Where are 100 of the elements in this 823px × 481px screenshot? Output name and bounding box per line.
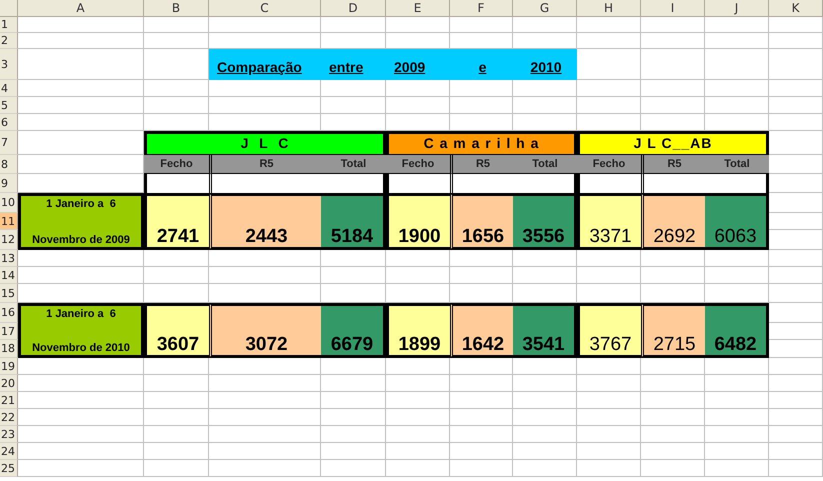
row-header[interactable]: 25 [0,460,18,477]
sheet-cell[interactable] [705,80,769,97]
row-header[interactable]: 20 [0,375,18,392]
sheet-cell[interactable] [769,267,823,284]
row-header[interactable]: 5 [0,97,18,114]
row-header[interactable]: 17 [0,323,18,340]
sheet-cell[interactable] [321,97,386,114]
row-header[interactable]: 22 [0,409,18,426]
sheet-cell[interactable] [450,409,513,426]
sheet-cell[interactable] [513,460,577,477]
sheet-cell[interactable] [450,267,513,284]
sheet-cell[interactable] [386,409,450,426]
sheet-cell[interactable] [641,426,705,443]
sheet-cell[interactable] [705,426,769,443]
sheet-cell[interactable] [321,409,386,426]
sheet-cell[interactable] [321,460,386,477]
sheet-cell[interactable] [209,267,321,284]
sheet-cell[interactable] [450,375,513,392]
sheet-cell[interactable] [705,33,769,49]
row-header[interactable]: 4 [0,80,18,97]
sheet-cell[interactable] [450,443,513,460]
sheet-cell[interactable] [209,97,321,114]
sheet-cell[interactable] [386,443,450,460]
sheet-cell[interactable] [769,97,823,114]
sheet-cell[interactable] [450,426,513,443]
sheet-cell[interactable] [641,375,705,392]
column-header[interactable]: G [513,0,577,17]
sheet-cell[interactable] [769,460,823,477]
sheet-cell[interactable] [577,392,641,409]
sheet-cell[interactable] [641,409,705,426]
sheet-cell[interactable] [450,97,513,114]
column-header[interactable]: B [144,0,209,17]
sheet-cell[interactable] [321,267,386,284]
sheet-cell[interactable] [144,443,209,460]
sheet-cell[interactable] [577,460,641,477]
sheet-cell[interactable] [386,460,450,477]
sheet-cell[interactable] [209,426,321,443]
row-header[interactable]: 19 [0,358,18,375]
sheet-cell[interactable] [705,97,769,114]
sheet-cell[interactable] [577,97,641,114]
sheet-cell[interactable] [769,443,823,460]
sheet-cell[interactable] [144,80,209,97]
sheet-cell[interactable] [577,375,641,392]
row-header[interactable]: 7 [0,131,18,155]
sheet-cell[interactable] [513,443,577,460]
sheet-cell[interactable] [144,267,209,284]
sheet-cell[interactable] [769,284,823,303]
sheet-cell[interactable] [209,392,321,409]
sheet-cell[interactable] [577,80,641,97]
sheet-cell[interactable] [705,267,769,284]
sheet-cell[interactable] [209,460,321,477]
row-header[interactable]: 21 [0,392,18,409]
sheet-cell[interactable] [386,392,450,409]
sheet-cell[interactable] [705,392,769,409]
sheet-cell[interactable] [769,80,823,97]
sheet-cell[interactable] [705,460,769,477]
sheet-cell[interactable] [321,375,386,392]
sheet-cell[interactable] [641,49,705,80]
row-header[interactable]: 8 [0,155,18,174]
sheet-cell[interactable] [513,375,577,392]
sheet-cell[interactable] [577,267,641,284]
sheet-cell[interactable] [321,426,386,443]
row-header[interactable]: 1 [0,17,18,33]
sheet-cell[interactable] [577,426,641,443]
sheet-cell[interactable] [769,114,823,131]
sheet-cell[interactable] [450,392,513,409]
sheet-cell[interactable] [577,443,641,460]
sheet-cell[interactable] [144,409,209,426]
column-header[interactable]: E [386,0,450,17]
sheet-cell[interactable] [386,267,450,284]
row-header[interactable]: 2 [0,33,18,49]
column-header[interactable]: D [321,0,386,17]
row-header[interactable]: 14 [0,267,18,284]
sheet-cell[interactable] [641,392,705,409]
row-header[interactable]: 12 [0,230,18,250]
column-header[interactable]: K [769,0,823,17]
sheet-cell[interactable] [513,426,577,443]
sheet-cell[interactable] [386,375,450,392]
sheet-cell[interactable] [144,426,209,443]
row-header[interactable]: 6 [0,114,18,131]
sheet-cell[interactable] [144,460,209,477]
select-all-corner[interactable] [0,0,18,17]
sheet-cell[interactable] [705,49,769,80]
sheet-cell[interactable] [641,267,705,284]
row-header[interactable]: 11 [0,213,18,230]
row-header[interactable]: 3 [0,49,18,80]
sheet-cell[interactable] [641,80,705,97]
sheet-cell[interactable] [321,443,386,460]
row-header[interactable]: 10 [0,193,18,213]
sheet-cell[interactable] [769,33,823,49]
column-header[interactable]: C [209,0,321,17]
sheet-cell[interactable] [769,426,823,443]
column-header[interactable]: F [450,0,513,17]
sheet-cell[interactable] [321,392,386,409]
sheet-cell[interactable] [513,267,577,284]
sheet-cell[interactable] [641,97,705,114]
column-header[interactable]: H [577,0,641,17]
sheet-cell[interactable] [641,460,705,477]
row-header[interactable]: 9 [0,174,18,193]
sheet-cell[interactable] [513,97,577,114]
